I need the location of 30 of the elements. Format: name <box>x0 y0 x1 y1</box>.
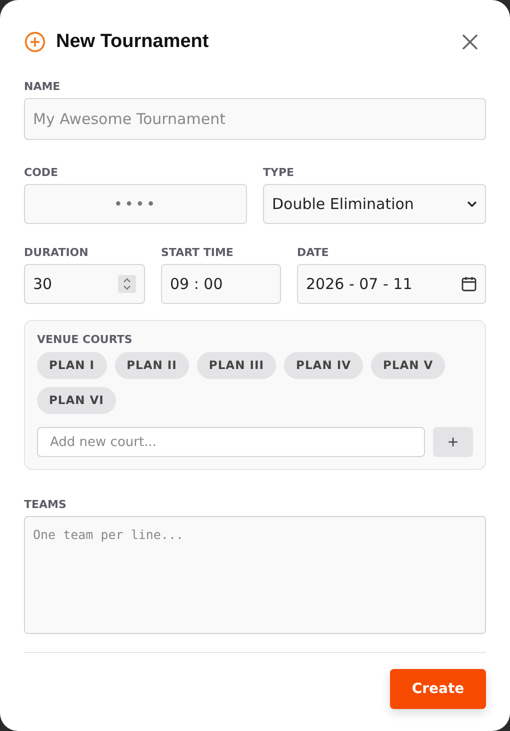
court-chip[interactable]: PLAN II <box>114 352 189 379</box>
add-court-button[interactable]: + <box>433 427 473 457</box>
section-label: VENUE COURTS <box>37 333 134 347</box>
code-field[interactable]: •••• <box>24 184 247 224</box>
field-label: DATE <box>297 246 330 260</box>
court-chip[interactable]: PLAN VI <box>37 387 116 414</box>
field-label: NAME <box>24 80 62 94</box>
chevron-down-icon <box>467 201 477 207</box>
date-field[interactable]: 2026 - 07 - 11 <box>297 264 486 304</box>
create-button[interactable]: Create <box>390 669 486 709</box>
court-chip[interactable]: PLAN V <box>371 352 446 379</box>
court-input[interactable]: Add new court... <box>37 427 425 457</box>
plus-circle-icon <box>24 31 46 53</box>
dialog-title: New Tournament <box>56 31 210 53</box>
court-chip[interactable]: PLAN I <box>37 352 107 379</box>
type-dropdown[interactable]: Double Elimination <box>263 184 486 224</box>
field-label: DURATION <box>24 246 90 260</box>
calendar-icon[interactable] <box>461 276 477 292</box>
spinner-icon[interactable] <box>118 275 136 293</box>
duration-field[interactable]: 30 <box>24 264 145 304</box>
field-label: CODE <box>24 166 60 180</box>
teams-field[interactable]: One team per line... <box>24 516 486 634</box>
name-field[interactable]: My Awesome Tournament <box>24 98 486 140</box>
field-label: START TIME <box>161 246 234 260</box>
court-chip[interactable]: PLAN IV <box>284 352 364 379</box>
time-field[interactable]: 09 : 00 <box>161 264 281 304</box>
field-label: TYPE <box>263 166 296 180</box>
court-chip[interactable]: PLAN III <box>196 352 276 379</box>
close-icon[interactable] <box>462 34 478 50</box>
field-label: TEAMS <box>24 498 68 512</box>
